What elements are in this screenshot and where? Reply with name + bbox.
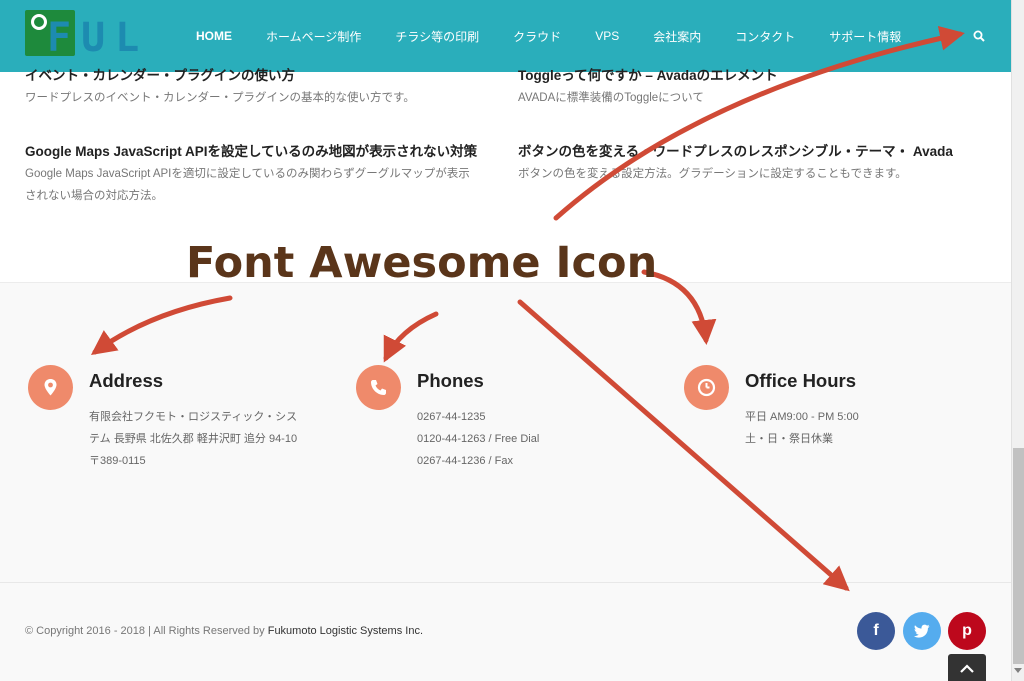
- address-text: 有限会社フクモト・ロジスティック・シス テム 長野県 北佐久郡 軽井沢町 追分 …: [89, 406, 319, 472]
- address-line: テム 長野県 北佐久郡 軽井沢町 追分 94-10: [89, 433, 298, 445]
- site-footer: © Copyright 2016 - 2018 | All Rights Res…: [0, 582, 1011, 681]
- twitter-bird-icon: [914, 624, 930, 638]
- back-to-top-button[interactable]: [948, 654, 986, 681]
- nav-item-company[interactable]: 会社案内: [653, 28, 701, 45]
- phone-line[interactable]: 0267-44-1235: [417, 406, 647, 428]
- post-excerpt-line: Google Maps JavaScript APIを適切に設定しているのみ関わ…: [25, 168, 470, 180]
- pinterest-glyph: p: [962, 622, 972, 639]
- phones-heading: Phones: [417, 370, 484, 391]
- phones-text: 0267-44-1235 0120-44-1263 / Free Dial 02…: [417, 406, 647, 472]
- copyright-text: © Copyright 2016 - 2018 | All Rights Res…: [25, 625, 265, 637]
- post-title[interactable]: Toggleって何ですか – Avadaのエレメント: [518, 64, 988, 84]
- post-item: ボタンの色を変える・ワードプレスのレスポンシブル・テーマ・ Avada ボタンの…: [518, 140, 988, 185]
- phone-line[interactable]: 0120-44-1263 / Free Dial: [417, 428, 647, 450]
- map-marker-icon: [28, 365, 73, 410]
- post-title[interactable]: Google Maps JavaScript APIを設定しているのみ地図が表示…: [25, 140, 495, 160]
- nav-item-support[interactable]: サポート情報: [829, 28, 901, 45]
- scroll-down-arrow-icon[interactable]: [1014, 668, 1022, 673]
- hours-line: 土・日・祭日休業: [745, 433, 833, 445]
- address-heading: Address: [89, 370, 164, 391]
- address-line: 〒389-0115: [89, 455, 146, 467]
- facebook-glyph: f: [873, 622, 879, 639]
- nav-item-home[interactable]: HOME: [196, 29, 232, 43]
- post-item: Toggleって何ですか – Avadaのエレメント AVADAに標準装備のTo…: [518, 64, 988, 109]
- copyright: © Copyright 2016 - 2018 | All Rights Res…: [25, 625, 423, 637]
- facebook-icon[interactable]: f: [857, 612, 895, 650]
- chevron-up-icon: [960, 664, 974, 673]
- post-excerpt: Google Maps JavaScript APIを適切に設定しているのみ関わ…: [25, 163, 495, 207]
- post-item: イベント・カレンダー・プラグインの使い方 ワードプレスのイベント・カレンダー・プ…: [25, 64, 495, 109]
- post-excerpt: AVADAに標準装備のToggleについて: [518, 92, 704, 104]
- nav-item-contact[interactable]: コンタクト: [735, 28, 795, 45]
- main-nav: HOME ホームページ制作 チラシ等の印刷 クラウド VPS 会社案内 コンタク…: [196, 0, 935, 72]
- phone-line[interactable]: 0267-44-1236 / Fax: [417, 450, 647, 472]
- post-item: Google Maps JavaScript APIを設定しているのみ地図が表示…: [25, 140, 495, 207]
- clock-icon: [684, 365, 729, 410]
- contact-section: Address 有限会社フクモト・ロジスティック・シス テム 長野県 北佐久郡 …: [0, 282, 1011, 582]
- post-excerpt-line: されない場合の対応方法。: [25, 190, 163, 202]
- annotation-label: Font Awesome Icon: [186, 238, 658, 288]
- scrollbar-thumb[interactable]: [1013, 448, 1024, 664]
- address-line: 有限会社フクモト・ロジスティック・シス: [89, 411, 298, 423]
- site-header: FUL HOME ホームページ制作 チラシ等の印刷 クラウド VPS 会社案内 …: [0, 0, 1011, 72]
- phone-icon: [356, 365, 401, 410]
- post-excerpt: ワードプレスのイベント・カレンダー・プラグインの基本的な使い方です。: [25, 92, 415, 104]
- gear-icon: [31, 14, 47, 30]
- pinterest-icon[interactable]: p: [948, 612, 986, 650]
- post-title[interactable]: ボタンの色を変える・ワードプレスのレスポンシブル・テーマ・ Avada: [518, 140, 988, 160]
- company-link[interactable]: Fukumoto Logistic Systems Inc.: [268, 625, 423, 637]
- twitter-icon[interactable]: [903, 612, 941, 650]
- nav-item-vps[interactable]: VPS: [595, 29, 619, 43]
- logo-text: FUL: [47, 15, 150, 61]
- nav-item-printing[interactable]: チラシ等の印刷: [395, 28, 479, 45]
- site-logo[interactable]: FUL: [25, 10, 141, 60]
- nav-item-cloud[interactable]: クラウド: [513, 28, 561, 45]
- post-excerpt: ボタンの色を変える設定方法。グラデーションに設定することもできます。: [518, 168, 907, 180]
- nav-item-web-production[interactable]: ホームページ制作: [266, 28, 361, 45]
- hours-text: 平日 AM9:00 - PM 5:00 土・日・祭日休業: [745, 406, 975, 450]
- search-icon[interactable]: [973, 30, 985, 42]
- hours-line: 平日 AM9:00 - PM 5:00: [745, 411, 859, 423]
- post-title[interactable]: イベント・カレンダー・プラグインの使い方: [25, 64, 495, 84]
- page-scrollbar[interactable]: [1011, 0, 1024, 681]
- hours-heading: Office Hours: [745, 370, 857, 391]
